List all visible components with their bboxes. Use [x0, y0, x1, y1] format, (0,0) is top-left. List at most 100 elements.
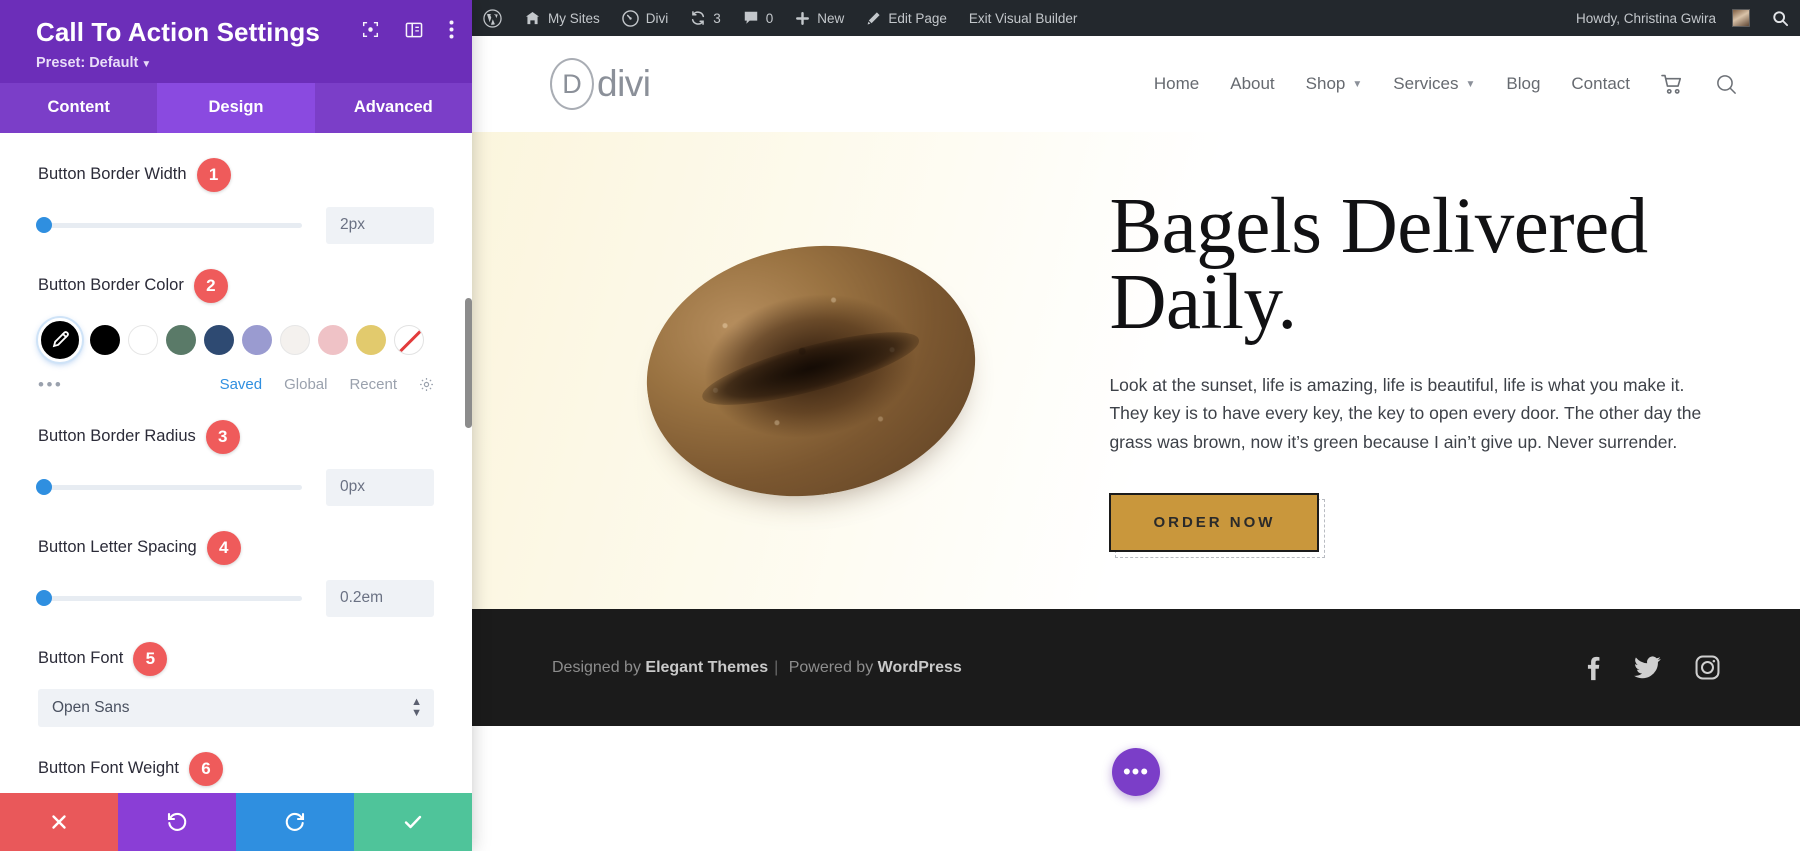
twitter-icon[interactable] [1633, 656, 1661, 679]
nav-label: About [1230, 74, 1275, 93]
adminbar-new[interactable]: New [784, 0, 855, 36]
search-icon[interactable] [1715, 73, 1738, 96]
adminbar-search[interactable] [1761, 0, 1800, 36]
slider-knob[interactable] [36, 479, 52, 496]
tab-advanced[interactable]: Advanced [315, 83, 472, 133]
panel-scrollbar[interactable] [465, 297, 472, 428]
social-links [1587, 655, 1720, 681]
plus-icon [795, 11, 810, 26]
updates-icon [690, 10, 706, 26]
credit-brand[interactable]: Elegant Themes [645, 659, 768, 676]
credit-brand2[interactable]: WordPress [878, 659, 962, 676]
more-options-icon[interactable] [449, 20, 454, 39]
swatch-pink[interactable] [318, 324, 348, 355]
adminbar-exit-visual-builder[interactable]: Exit Visual Builder [958, 0, 1089, 36]
annotation-badge-1: 1 [196, 157, 231, 192]
adminbar-my-sites-label: My Sites [548, 10, 600, 26]
nav-item-about[interactable]: About [1230, 74, 1274, 94]
credit-mid: Powered by [784, 658, 878, 676]
nav-label: Contact [1571, 74, 1630, 93]
border-width-value[interactable]: 2px [326, 206, 434, 244]
nav-item-services[interactable]: Services ▼ [1393, 74, 1475, 94]
slider-knob[interactable] [36, 217, 52, 234]
site-logo[interactable]: D divi [550, 58, 651, 110]
instagram-icon[interactable] [1695, 655, 1720, 680]
focus-icon[interactable] [362, 21, 379, 38]
adminbar-divi[interactable]: Divi [611, 0, 680, 36]
swatch-navy[interactable] [204, 324, 234, 355]
nav-label: Services [1393, 74, 1459, 93]
swatch-offwhite[interactable] [280, 324, 310, 355]
color-tab-global[interactable]: Global [284, 376, 327, 393]
facebook-icon[interactable] [1587, 655, 1600, 681]
color-tab-recent[interactable]: Recent [349, 376, 397, 393]
footer-credit: Designed by Elegant Themes | Powered by W… [552, 659, 962, 677]
builder-menu-button[interactable]: ••• [1112, 748, 1160, 796]
adminbar-my-sites[interactable]: My Sites [513, 0, 611, 36]
swatch-green[interactable] [166, 324, 196, 355]
panel-header: Call To Action Settings Preset: Default ▼ [0, 0, 472, 83]
annotation-badge-3: 3 [205, 419, 240, 454]
letter-spacing-slider[interactable] [36, 590, 302, 607]
cancel-button[interactable] [0, 793, 118, 851]
search-icon [1772, 10, 1789, 27]
border-radius-value[interactable]: 0px [326, 468, 434, 506]
border-radius-slider[interactable] [36, 479, 302, 496]
annotation-badge-5: 5 [133, 641, 168, 676]
button-font-select[interactable]: Open Sans ▲ ▼ [38, 688, 434, 727]
site-header: D divi Home About Shop ▼ Services ▼ Blog C… [472, 36, 1800, 132]
nav-item-contact[interactable]: Contact [1571, 74, 1630, 94]
panel-footer [0, 793, 472, 851]
adminbar-comments[interactable]: 0 [732, 0, 785, 36]
adminbar-new-label: New [817, 10, 845, 26]
annotation-badge-2: 2 [193, 268, 228, 303]
preset-label: Preset: Default [36, 54, 139, 71]
tab-content[interactable]: Content [0, 83, 157, 133]
order-now-button[interactable]: ORDER NOW [1109, 492, 1320, 552]
nav-item-blog[interactable]: Blog [1506, 74, 1540, 94]
slider-knob[interactable] [36, 590, 52, 607]
hero-heading: Bagels Delivered Daily. [1109, 183, 1648, 346]
divi-logo-icon: D [550, 58, 594, 110]
letter-spacing-value[interactable]: 0.2em [326, 579, 434, 617]
save-button[interactable] [354, 793, 472, 851]
border-width-slider[interactable] [36, 217, 302, 234]
tab-design[interactable]: Design [157, 82, 315, 133]
swatch-none[interactable] [394, 324, 424, 355]
adminbar-account[interactable]: Howdy, Christina Gwira [1565, 0, 1761, 36]
annotation-badge-4: 4 [206, 530, 241, 565]
bagel-image [628, 222, 994, 519]
color-swatch-row [38, 317, 434, 362]
field-button-font-weight: Button Font Weight 6 Semi Bold ▲▼ [38, 727, 434, 793]
swatch-black[interactable] [90, 324, 120, 355]
divi-icon [622, 9, 639, 27]
preset-selector[interactable]: Preset: Default ▼ [36, 55, 448, 71]
field-label: Button Font [38, 649, 124, 668]
adminbar-edit-page[interactable]: Edit Page [855, 0, 958, 36]
chevron-updown-icon: ▲ ▼ [411, 695, 422, 719]
layout-toggle-icon[interactable] [405, 22, 423, 38]
eyedropper-swatch[interactable] [38, 317, 82, 362]
chevron-down-icon: ▼ [1352, 78, 1363, 90]
swatch-periwinkle[interactable] [242, 324, 272, 355]
nav-label: Shop [1305, 74, 1346, 93]
more-colors-icon[interactable]: ••• [38, 375, 63, 395]
cta-wrap: ORDER NOW [1109, 492, 1326, 558]
builder-area: ••• [472, 726, 1800, 851]
color-tab-saved[interactable]: Saved [220, 376, 263, 393]
nav-item-home[interactable]: Home [1154, 74, 1199, 94]
cart-icon[interactable] [1661, 74, 1684, 95]
redo-button[interactable] [236, 793, 354, 851]
adminbar-wordpress[interactable] [472, 0, 513, 36]
wordpress-icon [483, 8, 502, 28]
adminbar-updates[interactable]: 3 [679, 0, 732, 36]
field-label: Button Font Weight [38, 759, 179, 778]
color-meta-row: ••• Saved Global Recent [38, 375, 434, 395]
field-label: Button Letter Spacing [38, 538, 197, 557]
gear-icon[interactable] [419, 377, 434, 392]
site-footer: Designed by Elegant Themes | Powered by W… [472, 609, 1800, 726]
undo-button[interactable] [118, 793, 236, 851]
nav-item-shop[interactable]: Shop ▼ [1306, 74, 1363, 94]
swatch-gold[interactable] [356, 324, 386, 355]
swatch-white[interactable] [128, 324, 158, 355]
